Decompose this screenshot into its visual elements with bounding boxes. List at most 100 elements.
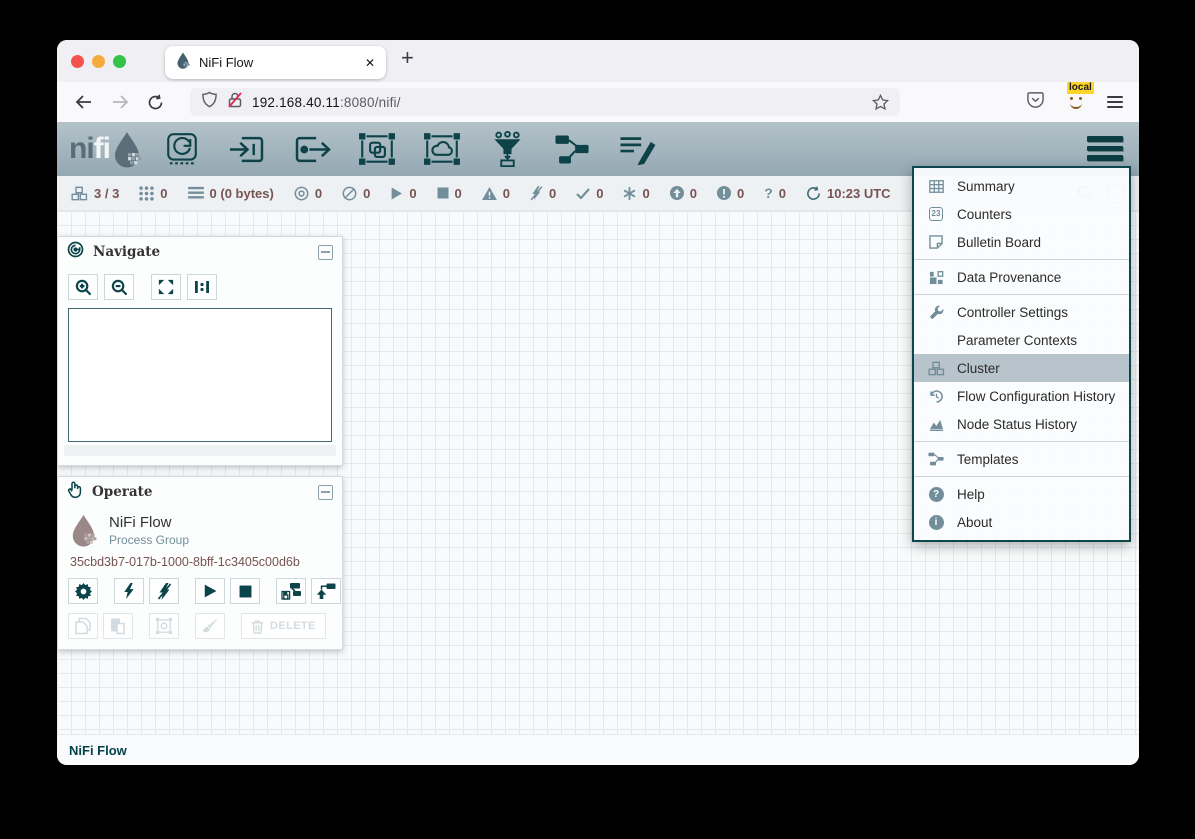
status-transmitting: 0 [294,186,322,201]
configure-button[interactable] [68,578,98,604]
menu-item-bulletin-board[interactable]: Bulletin Board [914,228,1129,256]
asterisk-icon [623,187,636,200]
new-tab-button[interactable]: + [401,45,414,71]
global-menu-button[interactable] [1087,136,1123,161]
menu-item-label: Counters [957,207,1012,222]
close-window-button[interactable] [71,55,84,68]
table-icon [923,180,949,193]
stop-button[interactable] [230,578,260,604]
navigate-panel: Navigate [57,236,343,466]
url-path: :8080/nifi/ [340,95,401,110]
status-not-transmitting: 0 [342,186,370,201]
paste-button[interactable] [103,613,133,639]
close-tab-icon[interactable]: ✕ [365,56,375,70]
navigate-buttons [58,267,342,303]
zoom-fit-button[interactable] [151,274,181,300]
global-menu: Summary 23Counters Bulletin Board Data Prov… [912,166,1131,542]
remote-process-group-component[interactable] [422,129,462,169]
menu-item-counters[interactable]: 23Counters [914,200,1129,228]
menu-item-parameter-contexts[interactable]: Parameter Contexts [914,326,1129,354]
invalid-icon [482,187,497,200]
breadcrumb[interactable]: NiFi Flow [69,743,127,758]
not-transmitting-icon [342,186,357,201]
collapse-operate-button[interactable] [318,485,333,500]
menu-item-label: Bulletin Board [957,235,1041,250]
template-component[interactable] [552,129,592,169]
menu-item-summary[interactable]: Summary [914,172,1129,200]
enable-button[interactable] [114,578,144,604]
status-sync-failure-count: 0 [779,186,786,201]
hand-icon [67,481,83,503]
upload-template-button[interactable] [311,578,341,604]
input-port-icon [228,134,266,165]
status-invalid: 0 [482,186,510,201]
menu-item-label: Flow Configuration History [957,389,1115,404]
status-clock: 10:23 UTC [806,186,891,201]
question-icon: ? [764,186,773,200]
info-circle-icon: i [923,515,949,530]
input-port-component[interactable] [227,129,267,169]
funnel-component[interactable] [487,129,527,169]
menu-item-node-status-history[interactable]: Node Status History [914,410,1129,438]
navigate-header[interactable]: Navigate [58,237,342,267]
insecure-lock-icon[interactable] [227,92,243,113]
copy-button[interactable] [68,613,98,639]
menu-item-cluster[interactable]: Cluster [914,354,1129,382]
shield-icon[interactable] [201,91,218,113]
menu-item-label: Summary [957,179,1015,194]
birdseye-view[interactable] [68,308,332,442]
status-running-count: 0 [409,186,416,201]
delete-button[interactable]: DELETE [241,613,326,639]
browser-menu-button[interactable] [1107,96,1123,108]
create-template-button[interactable] [276,578,306,604]
status-locally-modified-count: 0 [642,186,649,201]
menu-item-about[interactable]: iAbout [914,508,1129,536]
menu-item-help[interactable]: ?Help [914,480,1129,508]
browser-window: NiFi Flow ✕ + 192.168.40.11:8080/nifi/ [57,40,1139,765]
sticky-note-icon [923,235,949,249]
bookmark-star-icon[interactable] [872,94,889,111]
output-port-component[interactable] [292,129,332,169]
menu-item-flow-configuration-history[interactable]: Flow Configuration History [914,382,1129,410]
minimize-window-button[interactable] [92,55,105,68]
area-chart-icon [923,418,949,431]
menu-item-controller-settings[interactable]: Controller Settings [914,298,1129,326]
modified-stale-circle-icon [717,186,731,200]
processor-component[interactable] [162,129,202,169]
check-icon [576,188,590,199]
forward-button[interactable] [111,94,129,110]
zoom-out-button[interactable] [104,274,134,300]
browser-navbar: 192.168.40.11:8080/nifi/ local [57,82,1139,122]
zoom-window-button[interactable] [113,55,126,68]
refresh-icon[interactable] [806,186,821,201]
status-active-threads: 0 [139,186,167,201]
collapse-navigate-button[interactable] [318,245,333,260]
compass-icon [67,241,84,263]
process-group-component[interactable] [357,129,397,169]
reload-button[interactable] [147,94,164,111]
delete-label: DELETE [270,620,316,632]
operate-header[interactable]: Operate [58,477,342,507]
back-button[interactable] [75,94,93,110]
disable-button[interactable] [149,578,179,604]
history-icon [923,389,949,404]
menu-item-data-provenance[interactable]: Data Provenance [914,263,1129,291]
fill-color-button[interactable] [195,613,225,639]
zoom-in-button[interactable] [68,274,98,300]
url-text[interactable]: 192.168.40.11:8080/nifi/ [252,95,401,110]
menu-item-label: Data Provenance [957,270,1061,285]
pocket-icon[interactable] [1026,91,1045,114]
menu-divider [914,476,1129,477]
label-component[interactable] [617,129,657,169]
browser-tab[interactable]: NiFi Flow ✕ [165,46,386,79]
wrench-icon [923,305,949,320]
zoom-actual-size-button[interactable] [187,274,217,300]
logo-text-ni: ni [69,134,94,164]
profile-avatar[interactable]: local [1065,91,1087,113]
status-locally-modified-stale: 0 [717,186,744,201]
group-button[interactable] [149,613,179,639]
url-bar[interactable]: 192.168.40.11:8080/nifi/ [190,88,900,116]
menu-item-templates[interactable]: Templates [914,445,1129,473]
start-button[interactable] [195,578,225,604]
status-not-transmitting-count: 0 [363,186,370,201]
